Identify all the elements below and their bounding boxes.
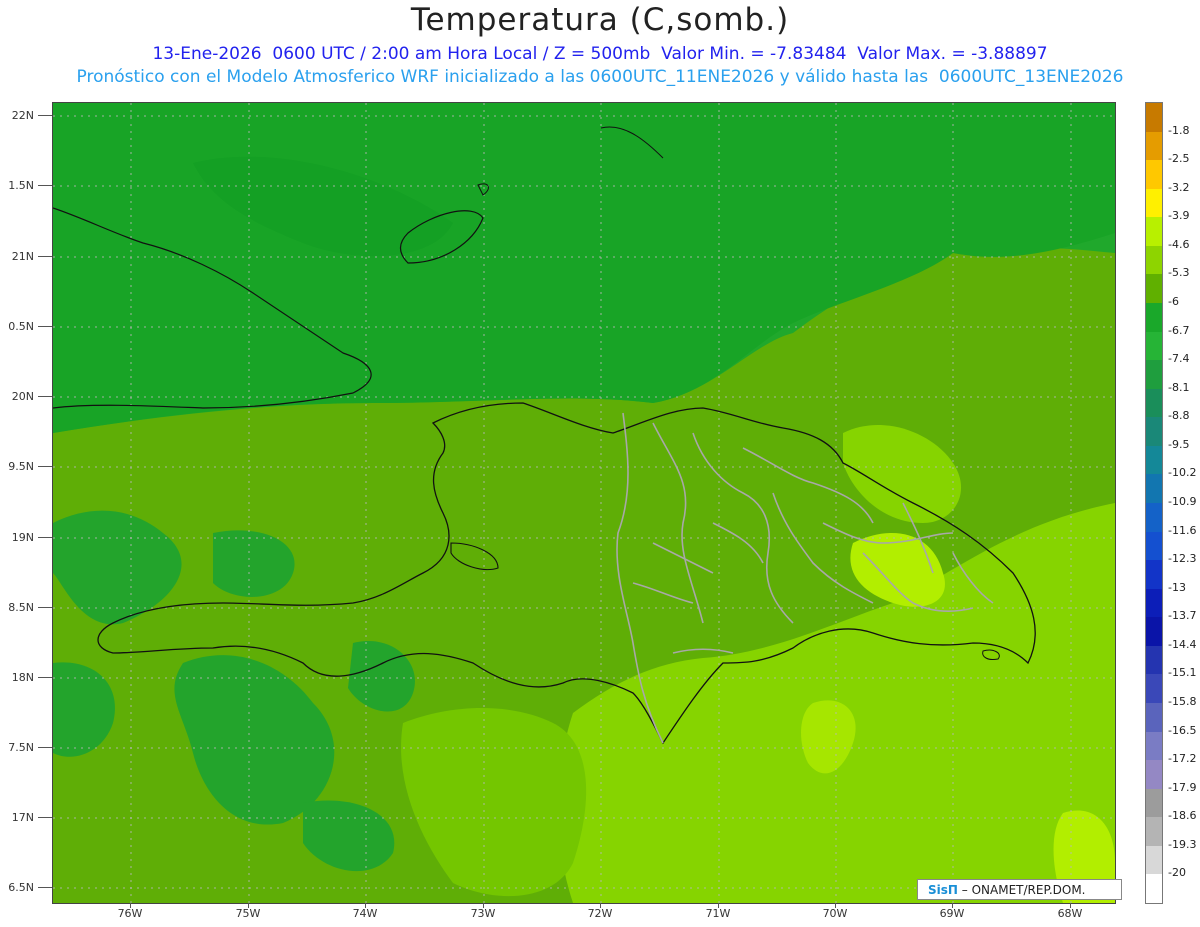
color-scale-cell: [1146, 674, 1162, 704]
color-scale-cell: [1146, 160, 1162, 190]
color-scale-label: -3.2: [1168, 180, 1190, 194]
lat-label-18-5n: 8.5N: [8, 601, 34, 614]
lat-tick: [38, 887, 52, 888]
lat-label-21n: 21N: [11, 250, 34, 263]
lat-label-18n: 18N: [11, 671, 34, 684]
temperature-map: [52, 102, 1116, 904]
temperature-field: [53, 103, 1115, 903]
color-scale-label: -2.5: [1168, 152, 1190, 166]
lat-tick: [38, 256, 52, 257]
lat-tick: [38, 326, 52, 327]
lat-label-16-5n: 6.5N: [8, 881, 34, 894]
color-scale-cell: [1146, 103, 1162, 133]
lon-label-70w: 70W: [822, 907, 848, 920]
lat-tick: [38, 817, 52, 818]
color-scale-cell: [1146, 474, 1162, 504]
color-scale-label: -18.6: [1168, 809, 1197, 823]
color-scale-label: -6.7: [1168, 323, 1190, 337]
color-scale-label: -15.8: [1168, 695, 1197, 708]
color-scale-cell: [1146, 588, 1162, 618]
color-scale-cell: [1146, 845, 1162, 875]
color-scale-label: -11.6: [1168, 523, 1197, 537]
lat-tick: [38, 607, 52, 608]
color-scale-label: -17.9: [1168, 780, 1197, 794]
color-scale-cell: [1146, 131, 1162, 161]
color-scale-label: -8.8: [1168, 409, 1190, 423]
color-scale-cell: [1146, 503, 1162, 533]
lat-tick: [38, 677, 52, 678]
color-scale-label: -13: [1168, 580, 1186, 594]
color-scale-cell: [1146, 217, 1162, 247]
lat-tick: [38, 115, 52, 116]
color-scale-cell: [1146, 188, 1162, 218]
color-scale-cell: [1146, 817, 1162, 847]
color-scale-cell: [1146, 388, 1162, 418]
lat-label-19-5n: 9.5N: [8, 460, 34, 473]
color-scale-label: -10.2: [1168, 466, 1197, 480]
map-title: Temperatura (C,somb.): [410, 2, 790, 38]
color-scale-label: -4.6: [1168, 237, 1190, 251]
color-scale-label: -14.4: [1168, 637, 1197, 651]
lon-label-68w: 68W: [1057, 907, 1083, 920]
color-scale-label: -9.5: [1168, 437, 1190, 451]
lat-label-21-5n: 1.5N: [8, 179, 34, 192]
model-info-line: Pronóstico con el Modelo Atmosferico WRF…: [76, 67, 1124, 87]
color-scale-label: -6: [1168, 295, 1179, 308]
color-scale-label: -17.2: [1168, 752, 1197, 766]
color-scale-bar: [1145, 102, 1163, 904]
credit-text: – ONAMET/REP.DOM.: [961, 883, 1086, 897]
color-scale-label: -16.5: [1168, 723, 1197, 737]
color-scale-label: -1.8: [1168, 123, 1190, 137]
color-scale-cell: [1146, 531, 1162, 561]
color-scale-label: -5.3: [1168, 266, 1190, 280]
lat-label-20-5n: 0.5N: [8, 320, 34, 333]
color-scale-cell: [1146, 274, 1162, 304]
color-scale-cell: [1146, 360, 1162, 390]
lat-label-22n: 22N: [11, 109, 34, 122]
lat-tick: [38, 747, 52, 748]
lon-label-71w: 71W: [705, 907, 731, 920]
color-scale-cell: [1146, 874, 1162, 904]
color-scale-cell: [1146, 331, 1162, 361]
color-scale-cell: [1146, 417, 1162, 447]
color-scale-label: -19.3: [1168, 837, 1197, 851]
lon-label-72w: 72W: [587, 907, 613, 920]
color-scale-label: -3.9: [1168, 209, 1190, 223]
color-scale-cell: [1146, 617, 1162, 647]
credit-box: SisΠ – ONAMET/REP.DOM.: [917, 879, 1122, 900]
lat-label-17n: 17N: [11, 811, 34, 824]
lon-label-69w: 69W: [939, 907, 965, 920]
color-scale-cell: [1146, 245, 1162, 275]
lat-tick: [38, 537, 52, 538]
color-scale-cell: [1146, 445, 1162, 475]
lon-label-75w: 75W: [235, 907, 261, 920]
lat-tick: [38, 396, 52, 397]
color-scale-label: -20: [1168, 866, 1186, 880]
lat-tick: [38, 185, 52, 186]
lat-tick: [38, 466, 52, 467]
lon-label-73w: 73W: [470, 907, 496, 920]
lon-label-74w: 74W: [352, 907, 378, 920]
lon-label-76w: 76W: [117, 907, 143, 920]
color-scale-cell: [1146, 731, 1162, 761]
sispi-logo: SisΠ: [928, 883, 958, 897]
color-scale-cell: [1146, 788, 1162, 818]
lat-label-19n: 19N: [11, 531, 34, 544]
color-scale-label: -12.3: [1168, 552, 1197, 566]
color-scale-label: -8.1: [1168, 380, 1190, 394]
color-scale-label: -10.9: [1168, 495, 1197, 508]
color-scale-cell: [1146, 703, 1162, 733]
color-scale-cell: [1146, 303, 1162, 333]
color-scale-cell: [1146, 760, 1162, 790]
lat-label-17-5n: 7.5N: [8, 741, 34, 754]
color-scale-cell: [1146, 645, 1162, 675]
validity-line: 13-Ene-2026 0600 UTC / 2:00 am Hora Loca…: [152, 44, 1048, 64]
color-scale-label: -13.7: [1168, 609, 1197, 623]
lat-label-20n: 20N: [11, 390, 34, 403]
color-scale-cell: [1146, 560, 1162, 590]
color-scale-label: -7.4: [1168, 352, 1190, 366]
color-scale-label: -15.1: [1168, 666, 1197, 680]
